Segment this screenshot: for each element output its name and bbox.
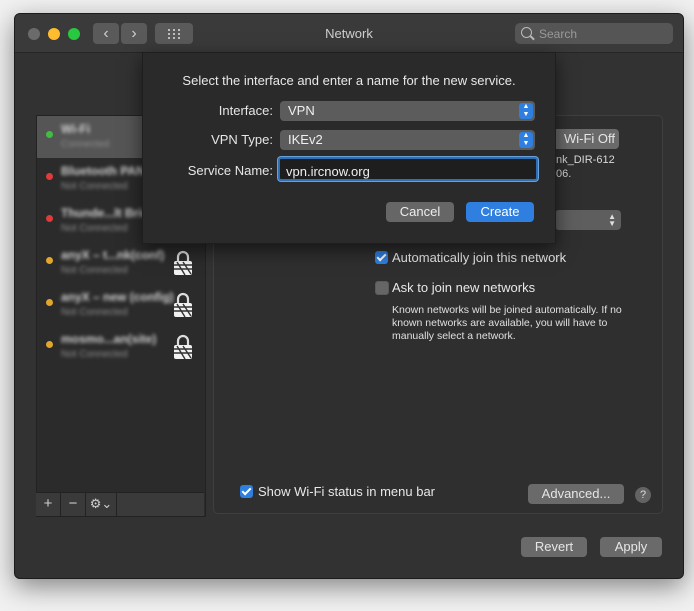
- service-status: Not Connected: [61, 223, 128, 234]
- service-item-vpn-2[interactable]: anyX – new (config) Not Connected: [37, 284, 205, 326]
- gear-icon: ⚙⌄: [89, 496, 113, 511]
- network-info-fragment: 06.: [556, 168, 572, 180]
- vpn-type-value: IKEv2: [288, 132, 323, 147]
- vpn-type-label: VPN Type:: [211, 132, 273, 147]
- status-dot-icon: [46, 341, 53, 348]
- service-name-input[interactable]: [284, 162, 533, 180]
- service-name: Bluetooth PAN: [61, 164, 145, 178]
- service-list-toolbar: + − ⚙⌄: [36, 492, 204, 516]
- service-name: anyX – new (config): [61, 290, 174, 304]
- advanced-button[interactable]: Advanced...: [528, 484, 624, 504]
- help-button[interactable]: ?: [635, 487, 651, 503]
- status-dot-icon: [46, 257, 53, 264]
- action-menu-button[interactable]: ⚙⌄: [86, 493, 117, 516]
- lock-icon: [174, 292, 192, 318]
- add-service-button[interactable]: +: [36, 493, 61, 516]
- apply-button[interactable]: Apply: [600, 537, 662, 557]
- status-dot-icon: [46, 215, 53, 222]
- show-status-checkbox[interactable]: [240, 485, 253, 498]
- lock-icon: [174, 334, 192, 360]
- ask-join-note: Known networks will be joined automatica…: [392, 304, 622, 342]
- search-field[interactable]: [515, 23, 673, 44]
- service-item-vpn-1[interactable]: anyX – t...nk(conf) Not Connected: [37, 242, 205, 284]
- auto-join-checkbox[interactable]: [375, 251, 388, 264]
- service-status: Connected: [61, 139, 110, 150]
- interface-label: Interface:: [218, 103, 273, 118]
- service-name: anyX – t...nk(conf): [61, 248, 165, 262]
- service-status: Not Connected: [61, 181, 128, 192]
- service-status: Not Connected: [61, 307, 128, 318]
- service-status: Not Connected: [61, 265, 128, 276]
- lock-icon: [174, 250, 192, 276]
- ask-join-checkbox[interactable]: [375, 281, 389, 295]
- create-button[interactable]: Create: [466, 202, 534, 222]
- service-name-field[interactable]: [278, 157, 538, 181]
- chevron-updown-icon: ▲ ▼: [519, 132, 533, 148]
- service-name-label: Service Name:: [187, 163, 273, 178]
- status-dot-icon: [46, 299, 53, 306]
- network-name-fragment: nk_DIR-612: [556, 154, 615, 166]
- chevron-updown-icon: ▲ ▼: [608, 212, 616, 228]
- remove-service-button[interactable]: −: [61, 493, 86, 516]
- sheet-heading: Select the interface and enter a name fo…: [182, 73, 516, 88]
- status-dot-icon: [46, 173, 53, 180]
- search-input[interactable]: [537, 25, 671, 43]
- revert-button[interactable]: Revert: [521, 537, 587, 557]
- service-item-vpn-3[interactable]: mosmo...an(site) Not Connected: [37, 326, 205, 368]
- service-name: Wi-Fi: [61, 122, 91, 136]
- interface-value: VPN: [288, 103, 315, 118]
- auto-join-label: Automatically join this network: [392, 250, 567, 265]
- network-name-popup[interactable]: ▲ ▼: [555, 210, 621, 230]
- cancel-button[interactable]: Cancel: [386, 202, 454, 222]
- title-bar: ‹ › Network: [15, 14, 683, 53]
- new-service-sheet: Select the interface and enter a name fo…: [142, 52, 556, 244]
- service-status: Not Connected: [61, 349, 128, 360]
- show-status-label: Show Wi-Fi status in menu bar: [258, 484, 436, 499]
- vpn-type-popup[interactable]: IKEv2 ▲ ▼: [280, 130, 535, 150]
- interface-popup[interactable]: VPN ▲ ▼: [280, 101, 535, 121]
- wifi-off-button[interactable]: Wi-Fi Off: [545, 129, 619, 149]
- chevron-updown-icon: ▲ ▼: [519, 103, 533, 119]
- service-name: mosmo...an(site): [61, 332, 157, 346]
- ask-join-label: Ask to join new networks: [392, 280, 536, 295]
- status-dot-icon: [46, 131, 53, 138]
- search-icon: [521, 27, 532, 38]
